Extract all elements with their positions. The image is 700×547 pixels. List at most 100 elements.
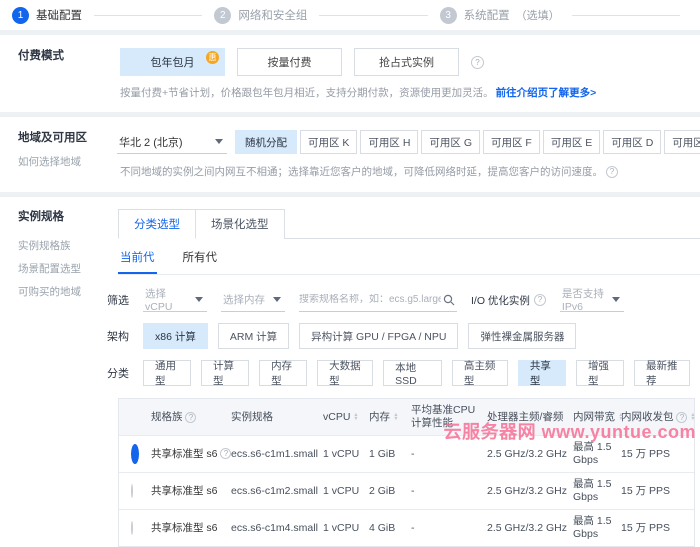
zone-g[interactable]: 可用区 G — [421, 130, 480, 154]
spec-search-box — [299, 288, 457, 312]
pps-value: 15 万 PPS — [619, 518, 694, 539]
baseline-value: - — [409, 481, 485, 502]
gen-tab-all[interactable]: 所有代 — [181, 249, 220, 274]
zone-random[interactable]: 随机分配 — [235, 130, 297, 154]
region-select[interactable]: 华北 2 (北京) — [117, 130, 227, 154]
category-bigdata[interactable]: 大数据型 — [317, 360, 373, 386]
step-network-security[interactable]: 2 网络和安全组 — [214, 7, 307, 24]
region-section: 地域及可用区 如何选择地域 华北 2 (北京) 随机分配 可用区 K 可用区 H… — [0, 117, 700, 192]
pps-help-icon[interactable]: ? — [676, 412, 687, 423]
payment-help-icon[interactable]: ? — [471, 56, 484, 69]
payment-learn-more-link[interactable]: 前往介绍页了解更多> — [496, 87, 597, 99]
col-pps: 内网收发包 — [621, 411, 674, 424]
zone-f[interactable]: 可用区 F — [483, 130, 540, 154]
spec-table: 规格族 ? 实例规格 vCPU▲▼ 内存▲▼ 平均基准CPU计算性能 处理器主频… — [118, 398, 695, 547]
vcpu-value: 1 vCPU — [321, 444, 367, 465]
zone-h[interactable]: 可用区 H — [360, 130, 418, 154]
ipv6-filter-select[interactable]: 是否支持IPv6 — [560, 288, 624, 312]
io-optimized-help-icon[interactable]: ? — [534, 294, 546, 306]
spec-search-input[interactable] — [299, 294, 441, 305]
step-1-label: 基础配置 — [36, 7, 82, 23]
bandwidth-value: 最高 1.5 Gbps — [571, 474, 619, 508]
region-help-icon[interactable]: ? — [606, 166, 618, 178]
payment-option-subscription[interactable]: 包年包月 惠 — [120, 48, 225, 76]
vcpu-value: 1 vCPU — [321, 481, 367, 502]
category-enhanced[interactable]: 增强型 — [576, 360, 624, 386]
spec-radio[interactable] — [131, 521, 133, 535]
spec-table-header: 规格族 ? 实例规格 vCPU▲▼ 内存▲▼ 平均基准CPU计算性能 处理器主频… — [119, 399, 694, 435]
category-memory[interactable]: 内存型 — [259, 360, 307, 386]
arch-x86[interactable]: x86 计算 — [143, 323, 208, 349]
spec-radio[interactable] — [131, 484, 133, 498]
chevron-down-icon — [215, 139, 223, 144]
freq-value: 2.5 GHz/3.2 GHz — [485, 481, 571, 502]
step-connector — [94, 15, 202, 16]
instance-spec-label: 实例规格 — [18, 209, 107, 225]
payment-section: 付费模式 包年包月 惠 按量付费 抢占式实例 ? 按量付费+节省计划，价格跟包年… — [0, 35, 700, 112]
step-3-optional-suffix: （选填） — [516, 7, 560, 23]
sort-mem-icon[interactable]: ▲▼ — [393, 413, 399, 421]
zone-d[interactable]: 可用区 D — [603, 130, 661, 154]
mem-value: 4 GiB — [367, 518, 409, 539]
generation-tabs: 当前代 所有代 — [118, 249, 700, 275]
spec-row-s6-c1m1[interactable]: 共享标准型 s6 ? ecs.s6-c1m1.small 1 vCPU 1 Gi… — [119, 435, 694, 472]
sort-vcpu-icon[interactable]: ▲▼ — [353, 413, 359, 421]
zone-c[interactable]: 可用区 C — [664, 130, 700, 154]
payment-option-payg[interactable]: 按量付费 — [237, 48, 342, 76]
side-link-purchasable-regions[interactable]: 可购买的地域 — [18, 285, 107, 299]
step-basic-config[interactable]: 1 基础配置 — [12, 7, 82, 24]
arch-heterogeneous[interactable]: 异构计算 GPU / FPGA / NPU — [299, 323, 458, 349]
category-compute[interactable]: 计算型 — [201, 360, 249, 386]
mem-value: 2 GiB — [367, 481, 409, 502]
category-local-ssd[interactable]: 本地 SSD — [383, 360, 442, 386]
spec-row-s6-c1m4[interactable]: 共享标准型 s6 ecs.s6-c1m4.small 1 vCPU 4 GiB … — [119, 509, 694, 546]
arch-label: 架构 — [107, 328, 129, 344]
region-note: 不同地域的实例之间内网互不相通；选择靠近您客户的地域，可降低网络时延，提高您客户… — [120, 166, 603, 178]
category-label: 分类 — [107, 365, 129, 381]
discount-badge-icon: 惠 — [206, 51, 219, 64]
col-bandwidth: 内网带宽 — [573, 411, 615, 424]
vcpu-filter-select[interactable]: 选择 vCPU — [143, 288, 207, 312]
spec-row-s6-c1m2[interactable]: 共享标准型 s6 ecs.s6-c1m2.small 1 vCPU 2 GiB … — [119, 472, 694, 509]
sort-bandwidth-icon[interactable]: ▲▼ — [618, 413, 624, 421]
tab-scenario-selection[interactable]: 场景化选型 — [196, 209, 285, 239]
family-name: 共享标准型 s6 — [151, 448, 218, 460]
arch-baremetal[interactable]: 弹性裸金属服务器 — [468, 323, 576, 349]
payment-option-label: 抢占式实例 — [379, 54, 434, 70]
family-help-icon[interactable]: ? — [185, 412, 196, 423]
io-optimized-label: I/O 优化实例 — [471, 293, 530, 308]
zone-e[interactable]: 可用区 E — [543, 130, 600, 154]
instance-spec-section: 实例规格 实例规格族 场景配置选型 可购买的地域 分类选型 场景化选型 当前代 … — [0, 197, 700, 547]
col-freq: 处理器主频/睿频 — [485, 407, 571, 428]
tab-category-selection[interactable]: 分类选型 — [118, 209, 196, 239]
arch-arm[interactable]: ARM 计算 — [218, 323, 289, 349]
gen-tab-current[interactable]: 当前代 — [118, 249, 157, 274]
col-mem: 内存 — [369, 411, 390, 424]
side-link-spec-families[interactable]: 实例规格族 — [18, 239, 107, 253]
zone-button-group: 随机分配 可用区 K 可用区 H 可用区 G 可用区 F 可用区 E 可用区 D… — [235, 130, 700, 154]
freq-value: 2.5 GHz/3.2 GHz — [485, 444, 571, 465]
chevron-down-icon — [273, 297, 281, 302]
region-howto-link[interactable]: 如何选择地域 — [18, 155, 107, 169]
search-icon[interactable] — [443, 294, 455, 306]
spec-radio-selected[interactable] — [131, 444, 139, 464]
payment-option-spot[interactable]: 抢占式实例 — [354, 48, 459, 76]
family-name: 共享标准型 s6 — [149, 518, 229, 539]
spec-name: ecs.s6-c1m1.small — [229, 444, 321, 465]
category-shared[interactable]: 共享型 — [518, 360, 566, 386]
ipv6-filter-placeholder: 是否支持IPv6 — [562, 286, 606, 313]
step-2-number-icon: 2 — [214, 7, 231, 24]
payment-note: 按量付费+节省计划，价格跟包年包月相近，支持分期付款，资源使用更加灵活。 — [120, 87, 494, 99]
category-general[interactable]: 通用型 — [143, 360, 191, 386]
sort-pps-icon[interactable]: ▲▼ — [690, 413, 696, 421]
step-3-number-icon: 3 — [440, 7, 457, 24]
category-high-clock[interactable]: 高主频型 — [452, 360, 508, 386]
category-latest[interactable]: 最新推荐 — [634, 360, 690, 386]
step-system-config[interactable]: 3 系统配置 （选填） — [440, 7, 560, 24]
region-select-value: 华北 2 (北京) — [119, 134, 183, 150]
memory-filter-select[interactable]: 选择内存 — [221, 288, 285, 312]
spec-name: ecs.s6-c1m4.small — [229, 518, 321, 539]
freq-value: 2.5 GHz/3.2 GHz — [485, 518, 571, 539]
zone-k[interactable]: 可用区 K — [300, 130, 357, 154]
side-link-scenario-selection[interactable]: 场景配置选型 — [18, 262, 107, 276]
